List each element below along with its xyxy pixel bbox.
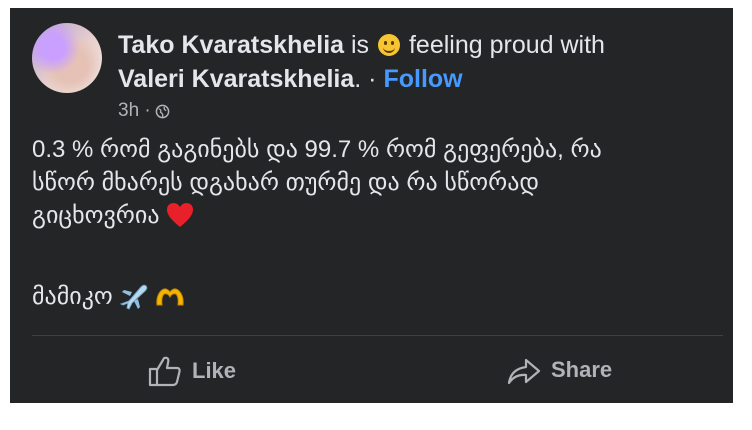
tagged-name[interactable]: Valeri Kvaratskhelia: [118, 65, 354, 93]
smiling-face-emoji-icon: [378, 34, 401, 56]
feeling-text: feeling proud with: [408, 31, 605, 59]
body-line: 0.3 % რომ გაგინებს და 99.7 % რომ გეფერებ…: [32, 136, 602, 163]
post-body: 0.3 % რომ გაგინებს და 99.7 % რომ გეფერებ…: [32, 133, 722, 232]
actions-divider: [32, 335, 723, 336]
share-arrow-icon: [507, 358, 541, 385]
avatar[interactable]: [32, 23, 102, 93]
globe-icon[interactable]: [155, 104, 170, 119]
post-meta: 3h ·: [118, 100, 170, 122]
post-body-last-line: მამიკო: [32, 280, 185, 313]
author-name[interactable]: Tako Kvaratskhelia: [118, 31, 344, 59]
post-time[interactable]: 3h ·: [118, 100, 151, 122]
post-header-line-1: Tako Kvaratskhelia is feeling proud with: [118, 30, 605, 60]
red-heart-emoji-icon: [166, 203, 193, 227]
post-card: Tako Kvaratskhelia is feeling proud with…: [10, 8, 733, 403]
is-text: is: [351, 31, 370, 59]
body-line: მამიკო: [32, 283, 113, 310]
body-line: გიცხოვრია: [32, 199, 722, 232]
tagged-suffix: . ·: [354, 65, 377, 93]
heart-hands-emoji-icon: [156, 287, 184, 305]
share-button[interactable]: Share: [507, 355, 612, 385]
like-label: Like: [192, 358, 237, 383]
post-header-line-2: Valeri Kvaratskhelia. · Follow: [118, 64, 463, 94]
like-button[interactable]: Like: [148, 355, 236, 387]
thumbs-up-icon: [148, 356, 181, 387]
airplane-emoji-icon: [119, 284, 148, 310]
share-label: Share: [551, 357, 613, 382]
follow-link[interactable]: Follow: [383, 65, 462, 93]
body-line: სწორ მხარეს დგახარ თურმე და რა სწორად: [32, 169, 540, 196]
